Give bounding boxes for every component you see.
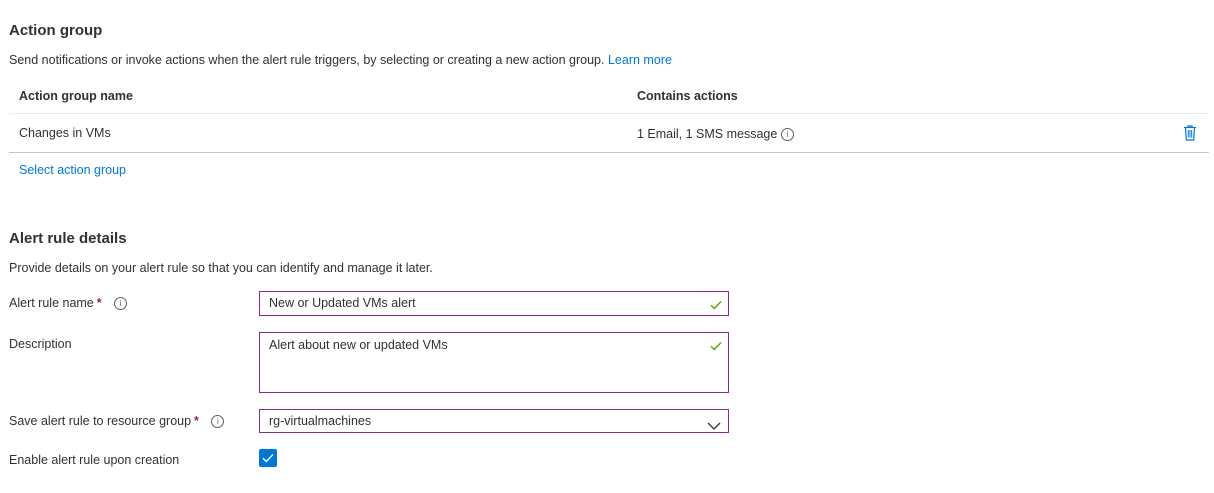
description-label: Description bbox=[9, 337, 72, 351]
info-icon[interactable]: i bbox=[780, 128, 794, 142]
action-group-row-actions-text: 1 Email, 1 SMS message bbox=[637, 127, 778, 141]
learn-more-link[interactable]: Learn more bbox=[608, 53, 672, 67]
table-row-divider bbox=[9, 152, 1209, 153]
alert-rule-details-description: Provide details on your alert rule so th… bbox=[9, 261, 433, 275]
required-indicator: * bbox=[194, 414, 199, 428]
required-indicator: * bbox=[96, 296, 102, 310]
valid-check-icon bbox=[710, 338, 722, 356]
resource-group-value: rg-virtualmachines bbox=[269, 414, 372, 428]
description-textarea[interactable]: Alert about new or updated VMs bbox=[259, 332, 729, 393]
table-header-divider bbox=[9, 113, 1209, 114]
select-action-group-link[interactable]: Select action group bbox=[19, 163, 126, 177]
alert-rule-name-label: Alert rule name bbox=[9, 296, 94, 310]
valid-check-icon bbox=[710, 297, 722, 315]
alert-rule-name-value: New or Updated VMs alert bbox=[269, 296, 416, 310]
action-group-row-actions: 1 Email, 1 SMS message i bbox=[637, 127, 794, 142]
resource-group-dropdown[interactable]: rg-virtualmachines bbox=[259, 409, 729, 433]
resource-group-label-group: Save alert rule to resource group * i bbox=[9, 414, 225, 429]
checkmark-icon bbox=[262, 454, 274, 463]
alert-rule-name-label-group: Alert rule name * i bbox=[9, 296, 128, 311]
column-header-contains-actions: Contains actions bbox=[637, 89, 738, 103]
alert-rule-name-input[interactable]: New or Updated VMs alert bbox=[259, 291, 729, 316]
action-group-row-name: Changes in VMs bbox=[19, 126, 111, 140]
column-header-action-group-name: Action group name bbox=[19, 89, 133, 103]
description-value: Alert about new or updated VMs bbox=[269, 338, 448, 352]
info-icon[interactable]: i bbox=[114, 297, 128, 311]
delete-icon[interactable] bbox=[1182, 124, 1198, 142]
enable-alert-rule-label: Enable alert rule upon creation bbox=[9, 453, 180, 467]
enable-alert-rule-checkbox[interactable] bbox=[259, 449, 277, 467]
action-group-description: Send notifications or invoke actions whe… bbox=[9, 53, 605, 67]
alert-rule-details-title: Alert rule details bbox=[9, 230, 127, 247]
chevron-down-icon[interactable] bbox=[707, 417, 721, 435]
resource-group-label: Save alert rule to resource group bbox=[9, 414, 192, 428]
info-icon[interactable]: i bbox=[211, 415, 225, 429]
action-group-title: Action group bbox=[9, 22, 103, 39]
action-group-description-line: Send notifications or invoke actions whe… bbox=[9, 53, 672, 67]
